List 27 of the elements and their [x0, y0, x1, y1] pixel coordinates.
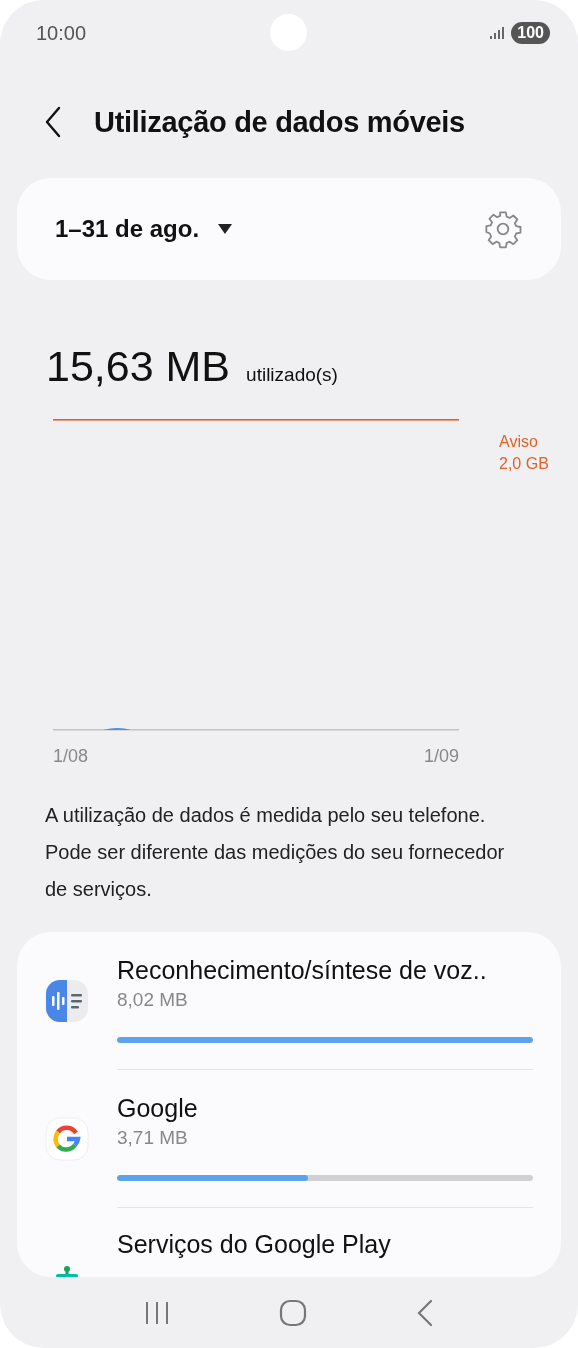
signal-icon [489, 26, 506, 40]
clock-time: 10:00 [36, 21, 87, 45]
voice-waveform-icon [45, 979, 89, 1023]
period-dropdown[interactable]: 1–31 de ago. [55, 215, 234, 243]
app-name: Reconhecimento/síntese de voz.. [117, 956, 488, 985]
recent-apps-icon[interactable] [144, 1300, 171, 1325]
axis-label: 1/08 [53, 746, 89, 767]
usage-unit: utilizado(s) [246, 364, 338, 386]
app-usage-item[interactable]: Serviços do Google Play [17, 1208, 561, 1277]
back-icon[interactable] [415, 1298, 434, 1327]
google-g-icon [45, 1117, 89, 1161]
description-text: A utilização de dados é medida pelo seu telefone. Pode ser diferente das medições do seu fornecedor de serviços. [45, 803, 506, 902]
usage-amount: 15,63 MB [46, 342, 231, 391]
axis-label: 1/09 [423, 746, 459, 767]
warning-label: Aviso 2,0 GB [499, 432, 549, 474]
home-icon[interactable] [279, 1298, 307, 1327]
page-title: Utilização de dados móveis [94, 105, 465, 139]
app-data-size: 8,02 MB [117, 989, 189, 1011]
app-usage-item[interactable]: Google 3,71 MB [17, 1070, 561, 1208]
app-name: Serviços do Google Play [117, 1230, 392, 1259]
back-button[interactable] [44, 106, 62, 138]
battery-level: 100 [511, 22, 550, 44]
app-data-size: 3,71 MB [117, 1127, 189, 1149]
settings-icon[interactable] [483, 209, 523, 249]
caret-icon [217, 223, 234, 235]
app-usage-item[interactable]: Reconhecimento/síntese de voz.. 8,02 MB [17, 932, 561, 1070]
app-name: Google [117, 1094, 199, 1123]
